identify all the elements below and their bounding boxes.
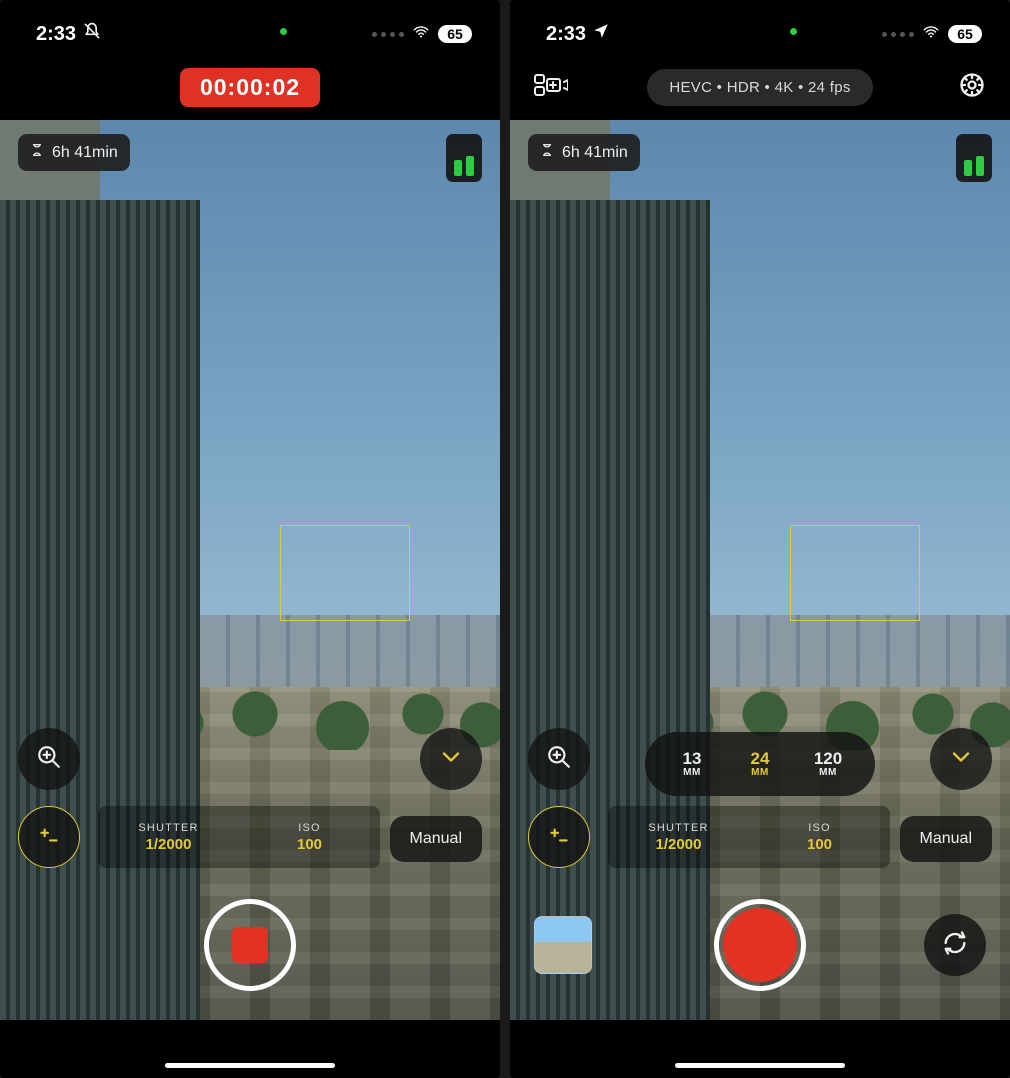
shutter-param[interactable]: SHUTTER 1/2000 bbox=[98, 806, 239, 868]
exposure-button[interactable] bbox=[528, 806, 590, 868]
viewfinder-content bbox=[0, 120, 500, 1020]
battery-level: 65 bbox=[948, 25, 982, 43]
focus-indicator[interactable] bbox=[280, 525, 410, 621]
shutter-label: SHUTTER bbox=[648, 822, 708, 834]
location-icon bbox=[592, 22, 610, 46]
settings-button[interactable] bbox=[958, 71, 986, 104]
shutter-param[interactable]: SHUTTER 1/2000 bbox=[608, 806, 749, 868]
camera-toolbar: 00:00:02 bbox=[0, 56, 500, 118]
record-button[interactable] bbox=[714, 899, 806, 991]
stop-icon bbox=[232, 927, 268, 963]
dynamic-island-dots-icon bbox=[372, 32, 404, 37]
viewfinder-content bbox=[510, 120, 1010, 1020]
camera-viewfinder[interactable]: 6h 41min SHUTTER 1/2000 IS bbox=[0, 120, 500, 1020]
remaining-storage-value: 6h 41min bbox=[562, 144, 628, 162]
manual-mode-button[interactable]: Manual bbox=[390, 816, 482, 862]
battery-level: 65 bbox=[438, 25, 472, 43]
exposure-params: SHUTTER 1/2000 ISO 100 bbox=[608, 806, 890, 868]
chevron-down-icon bbox=[947, 743, 975, 776]
expand-controls-button[interactable] bbox=[930, 728, 992, 790]
home-indicator[interactable] bbox=[165, 1063, 335, 1068]
exposure-plusminus-icon bbox=[36, 822, 62, 853]
lens-picker: 13 MM 24 MM 120 MM bbox=[645, 732, 875, 796]
flip-camera-icon bbox=[941, 929, 969, 962]
wifi-icon bbox=[410, 23, 432, 46]
record-icon bbox=[723, 908, 797, 982]
lens-value: 13 bbox=[683, 750, 702, 767]
audio-level-meter[interactable] bbox=[446, 134, 482, 182]
recording-format-button[interactable]: HEVC • HDR • 4K • 24 fps bbox=[647, 69, 872, 106]
flip-camera-button[interactable] bbox=[924, 914, 986, 976]
lens-unit: MM bbox=[751, 767, 769, 778]
privacy-indicator-icon bbox=[280, 28, 287, 35]
iso-param[interactable]: ISO 100 bbox=[239, 806, 380, 868]
magnifier-plus-icon bbox=[36, 744, 62, 775]
exposure-plusminus-icon bbox=[546, 822, 572, 853]
iso-value: 100 bbox=[297, 836, 322, 853]
phone-screen-recording: 2:33 65 00:00:02 6h 41min bbox=[0, 0, 500, 1078]
status-bar: 2:33 65 bbox=[510, 0, 1010, 56]
phone-screen-idle: 2:33 65 HEVC • HDR • 4K • 24 fps bbox=[510, 0, 1010, 1078]
exposure-params: SHUTTER 1/2000 ISO 100 bbox=[98, 806, 380, 868]
expand-controls-button[interactable] bbox=[420, 728, 482, 790]
projects-button[interactable] bbox=[534, 72, 568, 103]
remaining-storage-badge[interactable]: 6h 41min bbox=[528, 134, 640, 171]
status-time: 2:33 bbox=[546, 23, 586, 46]
iso-param[interactable]: ISO 100 bbox=[749, 806, 890, 868]
manual-mode-button[interactable]: Manual bbox=[900, 816, 992, 862]
recording-timer: 00:00:02 bbox=[180, 68, 320, 107]
zoom-button[interactable] bbox=[18, 728, 80, 790]
lens-value: 24 bbox=[751, 750, 770, 767]
lens-120mm[interactable]: 120 MM bbox=[799, 738, 857, 790]
lens-unit: MM bbox=[683, 767, 701, 778]
shutter-value: 1/2000 bbox=[146, 836, 192, 853]
camera-toolbar: HEVC • HDR • 4K • 24 fps bbox=[510, 56, 1010, 118]
remaining-storage-value: 6h 41min bbox=[52, 144, 118, 162]
chevron-down-icon bbox=[437, 743, 465, 776]
lens-24mm[interactable]: 24 MM bbox=[731, 738, 789, 790]
shutter-value: 1/2000 bbox=[656, 836, 702, 853]
status-time: 2:33 bbox=[36, 23, 76, 46]
remaining-storage-badge[interactable]: 6h 41min bbox=[18, 134, 130, 171]
wifi-icon bbox=[920, 23, 942, 46]
last-clip-thumbnail[interactable] bbox=[534, 916, 592, 974]
zoom-button[interactable] bbox=[528, 728, 590, 790]
iso-label: ISO bbox=[808, 822, 831, 834]
hourglass-icon bbox=[30, 142, 44, 163]
stop-recording-button[interactable] bbox=[204, 899, 296, 991]
hourglass-icon bbox=[540, 142, 554, 163]
lens-13mm[interactable]: 13 MM bbox=[663, 738, 721, 790]
lens-unit: MM bbox=[819, 767, 837, 778]
shutter-label: SHUTTER bbox=[138, 822, 198, 834]
audio-level-meter[interactable] bbox=[956, 134, 992, 182]
magnifier-plus-icon bbox=[546, 744, 572, 775]
status-bar: 2:33 65 bbox=[0, 0, 500, 56]
iso-value: 100 bbox=[807, 836, 832, 853]
capture-row bbox=[510, 890, 1010, 1000]
silent-icon bbox=[82, 21, 102, 47]
iso-label: ISO bbox=[298, 822, 321, 834]
privacy-indicator-icon bbox=[790, 28, 797, 35]
focus-indicator[interactable] bbox=[790, 525, 920, 621]
dynamic-island-dots-icon bbox=[882, 32, 914, 37]
camera-viewfinder[interactable]: 6h 41min 13 MM 24 MM 120 MM bbox=[510, 120, 1010, 1020]
capture-row bbox=[0, 890, 500, 1000]
lens-value: 120 bbox=[814, 750, 842, 767]
exposure-button[interactable] bbox=[18, 806, 80, 868]
home-indicator[interactable] bbox=[675, 1063, 845, 1068]
